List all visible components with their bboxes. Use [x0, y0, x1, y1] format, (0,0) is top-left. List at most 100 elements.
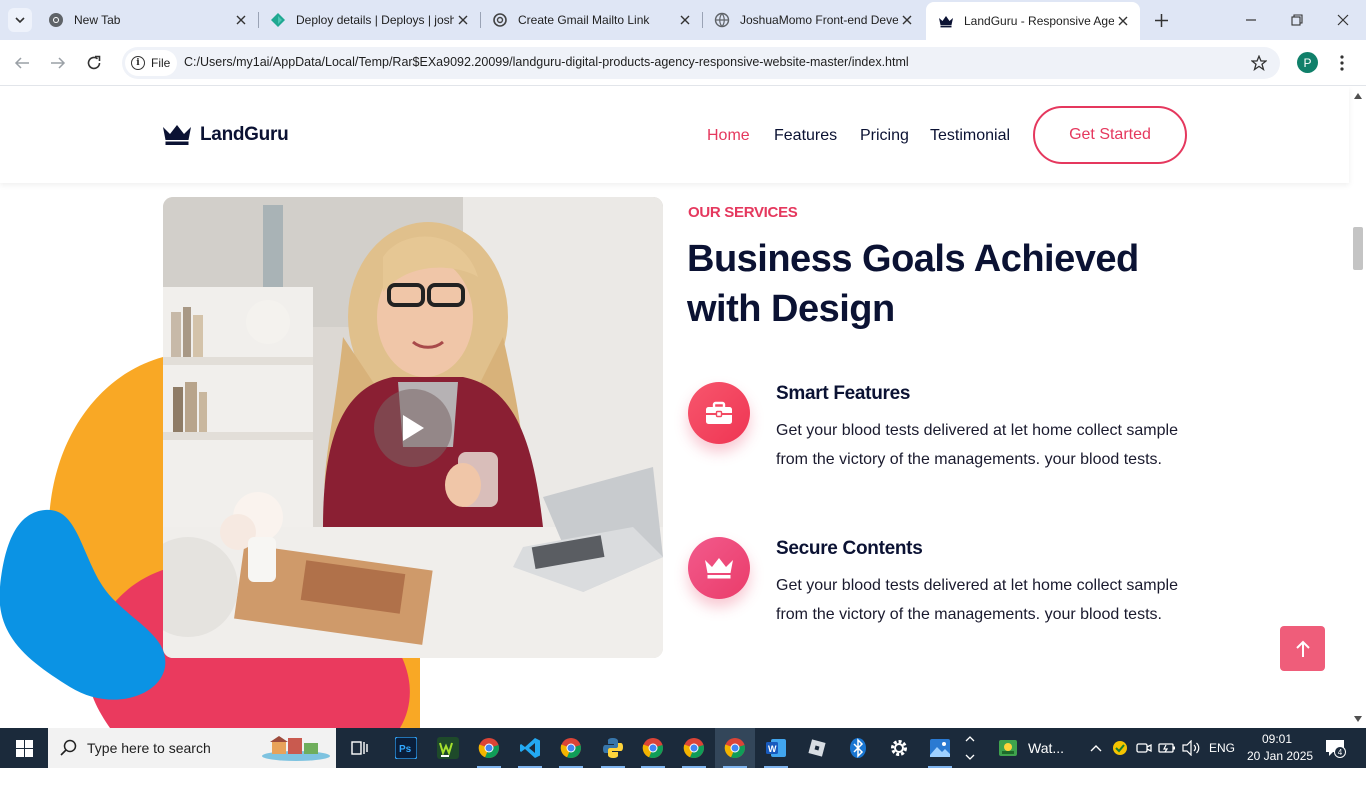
tab-title: Create Gmail Mailto Link — [518, 13, 650, 27]
brand-name: LandGuru — [200, 124, 289, 145]
site-info-chip[interactable]: i File — [125, 50, 177, 76]
show-hidden-icons-button[interactable] — [1087, 739, 1105, 757]
chevron-down-icon — [15, 17, 25, 24]
restore-icon — [1291, 14, 1303, 26]
tray-battery[interactable] — [1158, 739, 1176, 757]
taskbar-chrome-1[interactable] — [469, 728, 509, 768]
volume-icon — [1182, 740, 1200, 756]
tray-meet-now[interactable] — [1135, 739, 1153, 757]
task-view-button[interactable] — [340, 728, 380, 768]
tab-title: Deploy details | Deploys | joshuamomo — [296, 13, 454, 27]
nav-testimonial[interactable]: Testimonial — [930, 127, 1010, 145]
clock-time[interactable]: 09:01 — [1262, 732, 1292, 746]
tab-landguru[interactable]: LandGuru - Responsive Agency — [926, 2, 1140, 40]
clock-date[interactable]: 20 Jan 2025 — [1247, 749, 1313, 763]
tab-search-dropdown[interactable] — [8, 8, 32, 32]
globe-icon — [714, 12, 730, 28]
chrome-icon — [642, 738, 663, 759]
search-icon — [60, 739, 77, 756]
restore-button[interactable] — [1285, 8, 1309, 32]
site-logo[interactable]: LandGuru — [162, 124, 289, 146]
taskbar-chrome-2[interactable] — [551, 728, 591, 768]
nav-pricing[interactable]: Pricing — [860, 127, 909, 145]
back-to-top-button[interactable] — [1280, 626, 1325, 671]
taskbar-word[interactable]: W — [756, 728, 796, 768]
battery-charging-icon — [1158, 743, 1175, 753]
vscode-icon — [520, 738, 540, 758]
close-tab-icon[interactable] — [454, 11, 472, 29]
tab-deploy-details[interactable]: Deploy details | Deploys | joshuamomo — [258, 6, 481, 34]
tab-joshuamomo[interactable]: JoshuaMomo Front-end Developer — [702, 6, 924, 34]
feature-description: Get your blood tests delivered at let ho… — [776, 422, 1178, 468]
search-placeholder: Type here to search — [87, 740, 211, 756]
close-window-button[interactable] — [1331, 8, 1355, 32]
svg-text:W: W — [768, 744, 777, 754]
minimize-button[interactable] — [1239, 8, 1263, 32]
taskbar-chrome-active[interactable] — [715, 728, 755, 768]
tab-strip: New Tab Deploy details | Deploys | joshu… — [0, 0, 1366, 40]
taskbar-chrome-3[interactable] — [633, 728, 673, 768]
close-tab-icon[interactable] — [232, 11, 250, 29]
page-scrollbar[interactable] — [1349, 87, 1366, 728]
get-started-button[interactable]: Get Started — [1033, 106, 1187, 164]
bookmark-button[interactable] — [1248, 52, 1270, 74]
tray-volume[interactable] — [1182, 739, 1200, 757]
taskbar-search[interactable]: Type here to search — [48, 728, 336, 768]
section-headline: Business Goals Achieved with Design — [687, 234, 1207, 334]
camera-icon — [1136, 743, 1152, 753]
start-button[interactable] — [0, 728, 48, 768]
back-button[interactable] — [10, 51, 34, 75]
word-icon: W — [766, 739, 786, 757]
chrome-icon — [724, 738, 745, 759]
video-thumbnail[interactable] — [163, 197, 663, 658]
language-indicator[interactable]: ENG — [1209, 741, 1235, 755]
notification-center-button[interactable]: 4 — [1323, 739, 1347, 758]
reload-icon — [87, 55, 101, 70]
briefcase-icon — [706, 401, 732, 424]
taskbar-vscode[interactable] — [510, 728, 550, 768]
notification-count-badge: 4 — [1334, 746, 1346, 758]
tab-title: New Tab — [74, 13, 121, 27]
browser-toolbar: i File C:/Users/my1ai/AppData/Local/Temp… — [0, 40, 1366, 86]
taskbar-bluetooth[interactable] — [838, 728, 878, 768]
bluetooth-icon — [850, 738, 866, 758]
profile-avatar[interactable]: P — [1297, 52, 1318, 73]
scrollbar-thumb[interactable] — [1353, 227, 1363, 270]
tab-title: LandGuru - Responsive Agency — [964, 14, 1114, 28]
taskbar-overflow-scroller[interactable] — [961, 728, 979, 768]
address-bar[interactable]: i File C:/Users/my1ai/AppData/Local/Temp… — [122, 47, 1280, 79]
tab-gmail-mailto[interactable]: Create Gmail Mailto Link — [480, 6, 703, 34]
minimize-icon — [1246, 19, 1256, 21]
close-tab-icon[interactable] — [1114, 12, 1132, 30]
play-button[interactable] — [374, 389, 452, 467]
scroll-up-arrow[interactable] — [1353, 91, 1363, 101]
plus-icon — [1154, 13, 1168, 27]
windows-taskbar: Type here to search Ps W Wat... ENG 09:0… — [0, 728, 1366, 768]
smart-features-icon-badge — [688, 382, 750, 444]
tray-app-icon[interactable] — [1111, 739, 1129, 757]
taskbar-roblox[interactable] — [797, 728, 837, 768]
headline-line-2: with Design — [687, 288, 895, 330]
browser-menu-button[interactable] — [1335, 51, 1349, 75]
weather-widget[interactable]: Wat... — [992, 728, 1074, 768]
chrome-icon — [683, 738, 704, 759]
taskbar-chrome-4[interactable] — [674, 728, 714, 768]
taskbar-settings[interactable] — [879, 728, 919, 768]
url-text[interactable]: C:/Users/my1ai/AppData/Local/Temp/Rar$EX… — [184, 55, 909, 69]
close-tab-icon[interactable] — [676, 11, 694, 29]
tab-new-tab[interactable]: New Tab — [36, 6, 259, 34]
page-viewport: LandGuru Home Features Pricing Testimoni… — [0, 87, 1366, 728]
chevron-up-down-icon — [965, 736, 975, 760]
nav-home[interactable]: Home — [707, 127, 750, 145]
taskbar-photoshop[interactable]: Ps — [386, 728, 426, 768]
nav-features[interactable]: Features — [774, 127, 837, 145]
taskbar-python[interactable] — [593, 728, 633, 768]
reload-button[interactable] — [82, 51, 106, 75]
feature-title: Secure Contents — [776, 538, 923, 559]
taskbar-photos[interactable] — [920, 728, 960, 768]
taskbar-webstorm[interactable] — [428, 728, 468, 768]
forward-button[interactable] — [46, 51, 70, 75]
new-tab-button[interactable] — [1150, 9, 1172, 31]
close-tab-icon[interactable] — [898, 11, 916, 29]
scroll-down-arrow[interactable] — [1353, 714, 1363, 724]
